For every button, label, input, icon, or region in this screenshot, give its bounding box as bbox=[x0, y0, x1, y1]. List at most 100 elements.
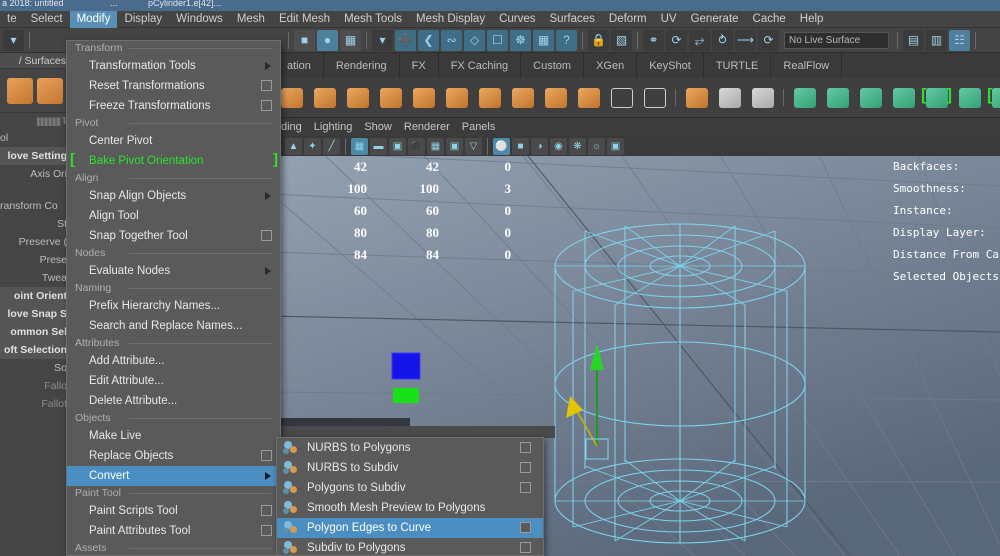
menu-item-modify[interactable]: Modify bbox=[70, 11, 118, 28]
grid-snap-icon[interactable]: ➕ bbox=[395, 30, 416, 51]
help-icon[interactable]: ? bbox=[556, 30, 577, 51]
option-box-icon[interactable] bbox=[261, 80, 272, 91]
menu-item-mesh[interactable]: Mesh bbox=[230, 11, 272, 28]
menu-item-cache[interactable]: Cache bbox=[746, 11, 793, 28]
convert-item-nurbs-to-subdiv[interactable]: NURBS to Subdiv bbox=[277, 458, 543, 478]
convert-item-smooth-mesh-preview-to-polygons[interactable]: Smooth Mesh Preview to Polygons bbox=[277, 498, 543, 518]
menu-item-reset-transformations[interactable]: Reset Transformations bbox=[67, 76, 280, 96]
grid-subdivide-icon[interactable] bbox=[343, 83, 372, 112]
panel-menu-renderer[interactable]: Renderer bbox=[398, 121, 456, 133]
convert-item-polygons-to-subdiv[interactable]: Polygons to Subdiv bbox=[277, 478, 543, 498]
menu-item-select[interactable]: Select bbox=[24, 11, 70, 28]
option-box-icon[interactable] bbox=[261, 100, 272, 111]
point-snap-icon[interactable]: ∾ bbox=[441, 30, 462, 51]
exposure-icon[interactable]: ▦ bbox=[427, 138, 444, 155]
mirror-geometry-icon[interactable] bbox=[310, 83, 339, 112]
view-plane-snap-icon[interactable]: ◇ bbox=[464, 30, 485, 51]
option-box-icon[interactable] bbox=[520, 522, 531, 533]
live-surface-field[interactable]: No Live Surface bbox=[784, 32, 889, 49]
shelf-tab-fx-caching[interactable]: FX Caching bbox=[439, 53, 521, 78]
snap-dropdown-icon[interactable]: ▾ bbox=[372, 30, 393, 51]
textured-icon[interactable]: ◉ bbox=[550, 138, 567, 155]
xray-joints-icon[interactable]: ▽ bbox=[465, 138, 482, 155]
menu-item-generate[interactable]: Generate bbox=[684, 11, 746, 28]
snap-free-icon[interactable]: ⟳ bbox=[758, 30, 779, 51]
select-hierarchy-icon[interactable]: ■ bbox=[294, 30, 315, 51]
menu-item-help[interactable]: Help bbox=[793, 11, 831, 28]
menu-item-edit-mesh[interactable]: Edit Mesh bbox=[272, 11, 337, 28]
menu-item-evaluate-nodes[interactable]: Evaluate Nodes bbox=[67, 261, 280, 281]
snap-curve-icon[interactable]: ⥁ bbox=[712, 30, 733, 51]
menu-item-surfaces[interactable]: Surfaces bbox=[543, 11, 602, 28]
menu-item-mesh-display[interactable]: Mesh Display bbox=[409, 11, 492, 28]
polygon-cylinder-icon[interactable] bbox=[37, 78, 63, 104]
shelf-tab-custom[interactable]: Custom bbox=[521, 53, 584, 78]
option-box-icon[interactable] bbox=[520, 482, 531, 493]
render-select-icon[interactable]: ▧ bbox=[611, 30, 632, 51]
make-live-icon[interactable]: ⟳ bbox=[666, 30, 687, 51]
menu-item-search-and-replace-names[interactable]: Search and Replace Names... bbox=[67, 316, 280, 336]
option-box-icon[interactable] bbox=[261, 525, 272, 536]
shelf-tab-ation[interactable]: ation bbox=[275, 53, 324, 78]
wire-deform-icon[interactable]: [] bbox=[988, 83, 1000, 112]
menu-item-center-pivot[interactable]: Center Pivot bbox=[67, 131, 280, 151]
menu-item-deform[interactable]: Deform bbox=[602, 11, 654, 28]
snap-network-icon[interactable]: ☸ bbox=[510, 30, 531, 51]
bookmark-icon[interactable]: ✦ bbox=[304, 138, 321, 155]
xray-icon[interactable]: ▣ bbox=[446, 138, 463, 155]
planar-surface-icon[interactable] bbox=[790, 83, 819, 112]
resolution-gate-icon[interactable]: ▣ bbox=[389, 138, 406, 155]
mode-select-icon[interactable]: ▾ bbox=[3, 30, 24, 51]
modify-dropdown-menu[interactable]: TransformTransformation ToolsReset Trans… bbox=[66, 40, 281, 556]
blue-handle[interactable] bbox=[392, 353, 420, 379]
menu-item-freeze-transformations[interactable]: Freeze Transformations bbox=[67, 96, 280, 116]
shelf-tab-fx[interactable]: FX bbox=[400, 53, 439, 78]
polygon-cube-icon[interactable] bbox=[7, 78, 33, 104]
extrude-curve-icon[interactable] bbox=[856, 83, 885, 112]
shelf-tab-keyshot[interactable]: KeyShot bbox=[637, 53, 704, 78]
menu-item-windows[interactable]: Windows bbox=[169, 11, 230, 28]
menu-item-paint-attributes-tool[interactable]: Paint Attributes Tool bbox=[67, 521, 280, 541]
menu-item-uv[interactable]: UV bbox=[654, 11, 684, 28]
construction-plane-icon[interactable]: ⚭ bbox=[643, 30, 664, 51]
aa-icon[interactable]: ▣ bbox=[607, 138, 624, 155]
panel-menu-lighting[interactable]: Lighting bbox=[308, 121, 359, 133]
convert-item-polygon-edges-to-curve[interactable]: Polygon Edges to Curve bbox=[277, 518, 543, 538]
green-handle[interactable] bbox=[393, 388, 419, 403]
paint-weights-icon[interactable] bbox=[640, 83, 669, 112]
curve-snap-icon[interactable]: ❮ bbox=[418, 30, 439, 51]
shelf-tab-realflow[interactable]: RealFlow bbox=[771, 53, 842, 78]
combine-cube-icon[interactable] bbox=[541, 83, 570, 112]
menu-item-bake-pivot-orientation[interactable]: Bake Pivot Orientation[] bbox=[67, 151, 280, 171]
bevel-icon[interactable] bbox=[508, 83, 537, 112]
lights-icon[interactable]: ❋ bbox=[569, 138, 586, 155]
menu-item-make-live[interactable]: Make Live bbox=[67, 426, 280, 446]
open-sidebar-left-icon[interactable]: ▤ bbox=[903, 30, 924, 51]
shadows-icon[interactable]: ☼ bbox=[588, 138, 605, 155]
menu-item-convert[interactable]: Convert bbox=[67, 466, 280, 486]
snap-point-icon[interactable]: ⟶ bbox=[735, 30, 756, 51]
convert-item-nurbs-to-polygons[interactable]: NURBS to Polygons bbox=[277, 438, 543, 458]
menu-item-snap-align-objects[interactable]: Snap Align Objects bbox=[67, 186, 280, 206]
script-editor-icon[interactable]: ☷ bbox=[949, 30, 970, 51]
open-sidebar-right-icon[interactable]: ▥ bbox=[926, 30, 947, 51]
option-box-icon[interactable] bbox=[520, 542, 531, 553]
boolean-icon[interactable] bbox=[277, 83, 306, 112]
menu-item-curves[interactable]: Curves bbox=[492, 11, 542, 28]
menu-item-align-tool[interactable]: Align Tool bbox=[67, 206, 280, 226]
smooth-cube-icon[interactable] bbox=[376, 83, 405, 112]
snap-frame-icon[interactable]: ▦ bbox=[533, 30, 554, 51]
smooth-shade-icon[interactable]: ◑ bbox=[531, 138, 548, 155]
shaded-icon[interactable]: ⚪ bbox=[493, 138, 510, 155]
panel-menu-panels[interactable]: Panels bbox=[456, 121, 502, 133]
extrude-icon[interactable] bbox=[475, 83, 504, 112]
option-box-icon[interactable] bbox=[261, 505, 272, 516]
separate-icon[interactable] bbox=[574, 83, 603, 112]
convert-submenu[interactable]: NURBS to PolygonsNURBS to SubdivPolygons… bbox=[276, 437, 544, 556]
loft-icon[interactable] bbox=[823, 83, 852, 112]
menu-item-replace-objects[interactable]: Replace Objects bbox=[67, 446, 280, 466]
film-gate-icon[interactable]: ▬ bbox=[370, 138, 387, 155]
sculpt-pencil-icon[interactable] bbox=[442, 83, 471, 112]
select-camera-icon[interactable]: ▲ bbox=[285, 138, 302, 155]
magnet-icon[interactable]: ⥂ bbox=[689, 30, 710, 51]
